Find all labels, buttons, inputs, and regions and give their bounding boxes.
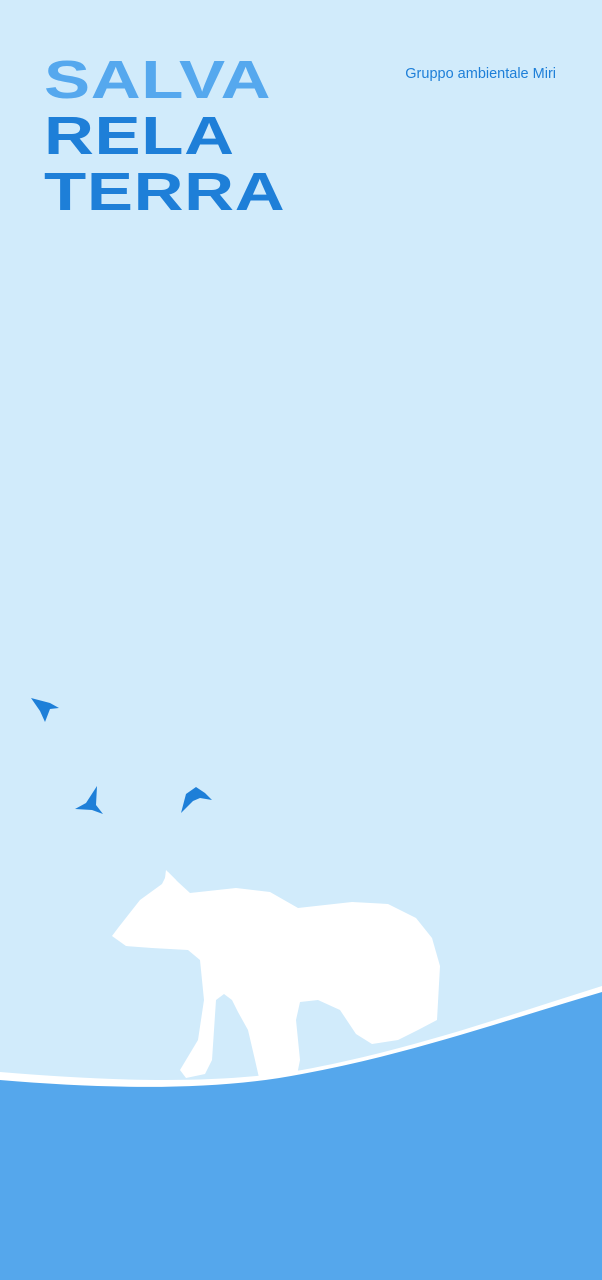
title-line-3: TERRA (44, 162, 286, 222)
title-line-1: SALVA (44, 50, 272, 110)
hill-shape (0, 992, 602, 1280)
bird-icon (181, 787, 212, 813)
organization-name: Gruppo ambientale Miri (405, 66, 556, 82)
bird-icon (31, 698, 59, 722)
polar-bear-icon (112, 870, 440, 1082)
title-line-2: RELA (44, 106, 235, 166)
poster-title: SALVA RELA TERRA (44, 52, 285, 220)
bird-icon (75, 786, 103, 814)
poster: SALVA RELA TERRA Gruppo ambientale Miri (0, 0, 602, 1280)
